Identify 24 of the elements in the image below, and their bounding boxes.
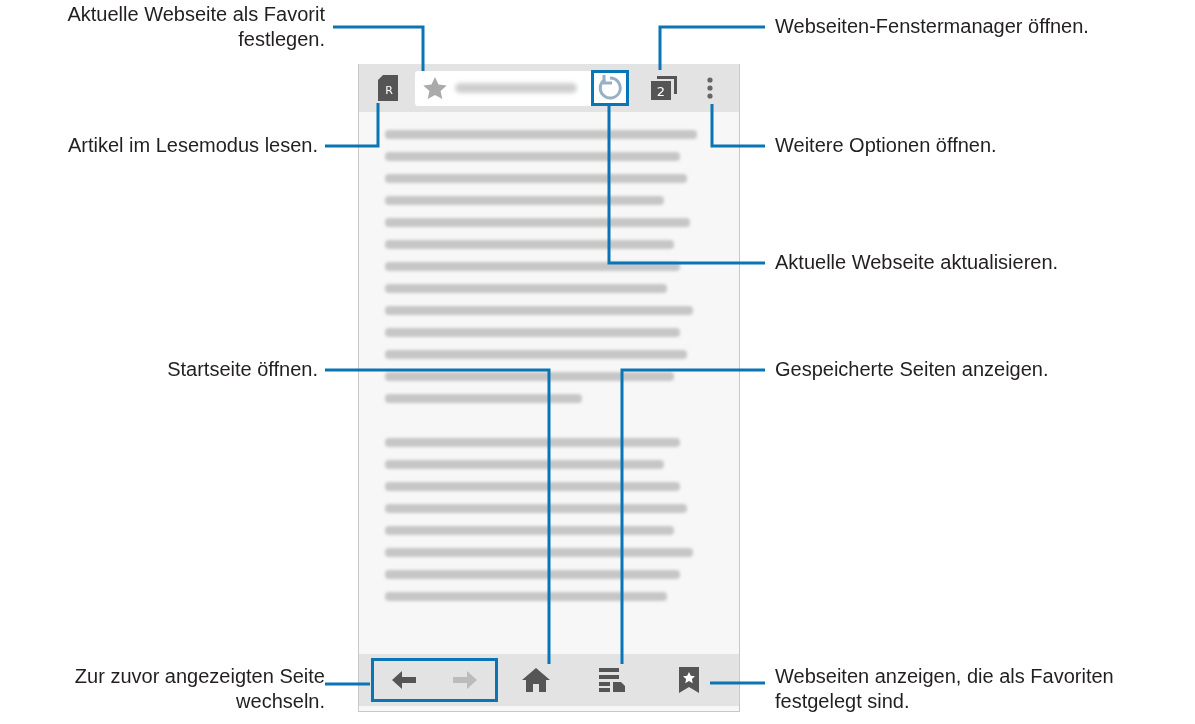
callout-text: Weitere Optionen öffnen. <box>775 133 997 158</box>
back-arrow-icon <box>392 671 417 689</box>
callout-text: Aktuelle Webseite aktualisieren. <box>775 250 1059 275</box>
callout-text: Webseiten-Fenstermanager öffnen. <box>775 14 1089 39</box>
callout-text: Artikel im Lesemodus lesen. <box>67 133 318 158</box>
leader-line <box>325 103 380 148</box>
callout-text: Zur zuvor angezeigten Seite wechseln. <box>74 664 325 714</box>
reader-document-icon: R <box>378 75 398 101</box>
leader-line <box>710 681 765 685</box>
refresh-icon <box>597 75 623 101</box>
callout-text: Startseite öffnen. <box>167 357 318 382</box>
callout-text: Webseiten anzeigen, die als Favoriten festgelegt sind. <box>775 664 1114 714</box>
bookmark-star-icon <box>678 667 699 693</box>
star-icon[interactable] <box>423 76 447 100</box>
url-field[interactable] <box>415 70 629 106</box>
callout-text: Aktuelle Webseite als Favorit festlegen. <box>67 2 325 52</box>
reader-mode-button[interactable]: R <box>369 70 407 106</box>
more-options-icon <box>707 77 713 99</box>
callout-text: Gespeicherte Seiten anzeigen. <box>775 357 1049 382</box>
home-icon <box>522 668 551 692</box>
tabs-button[interactable]: 2 <box>645 70 683 106</box>
refresh-button[interactable] <box>591 70 629 106</box>
saved-pages-icon <box>599 668 626 692</box>
forward-arrow-icon <box>452 671 477 689</box>
